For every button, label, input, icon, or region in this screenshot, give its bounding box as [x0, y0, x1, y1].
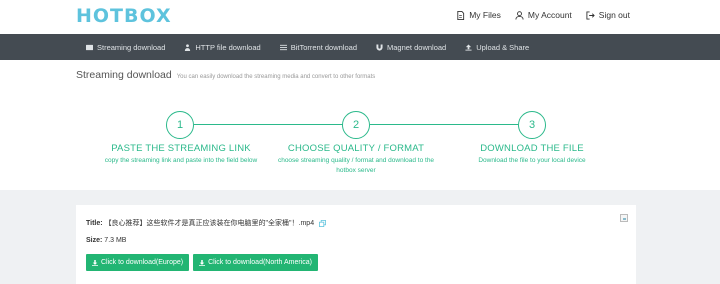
- person-icon: [185, 43, 191, 51]
- page-title: Streaming download: [76, 69, 172, 81]
- download-europe-button[interactable]: Click to download(Europe): [86, 254, 190, 271]
- step-number: 2: [342, 111, 370, 139]
- account-links: My Files My Account Sign out: [456, 10, 630, 20]
- main-nav: Streaming download HTTP file download Bi…: [0, 34, 720, 60]
- button-label: Click to download(Europe): [101, 259, 184, 266]
- nav-streaming-download[interactable]: Streaming download: [86, 43, 165, 52]
- nav-magnet-download[interactable]: Magnet download: [376, 43, 446, 52]
- nav-http-download[interactable]: HTTP file download: [184, 42, 261, 52]
- thumbnail-image: [620, 214, 628, 222]
- step-number: 3: [518, 111, 546, 139]
- step-description: choose streaming quality / format and do…: [277, 157, 435, 174]
- nav-label: HTTP file download: [195, 42, 261, 52]
- nav-label: Streaming download: [97, 42, 166, 52]
- button-label: Click to download(North America): [208, 259, 312, 266]
- nav-upload-share[interactable]: Upload & Share: [465, 43, 529, 52]
- step-connector: [194, 124, 344, 125]
- sign-out-icon: [586, 10, 595, 20]
- size-label: Size:: [86, 237, 103, 244]
- file-size-row: Size: 7.3 MB: [86, 237, 126, 244]
- nav-label: BitTorrent download: [290, 42, 357, 52]
- download-icon: [92, 259, 98, 266]
- sign-out-link[interactable]: Sign out: [586, 10, 630, 20]
- user-icon: [515, 10, 524, 20]
- step-title: CHOOSE QUALITY / FORMAT: [287, 143, 425, 154]
- file-title-row: Title: 【良心推荐】这些软件才是真正应该装在你电脑里的"全家桶"！.mp4: [86, 218, 327, 228]
- download-north-america-button[interactable]: Click to download(North America): [193, 254, 318, 271]
- step-number: 1: [166, 111, 194, 139]
- title-label: Title:: [86, 220, 103, 227]
- page-subtitle: You can easily download the streaming me…: [176, 74, 376, 80]
- my-account-label: My Account: [527, 10, 572, 20]
- download-buttons: Click to download(Europe) Click to downl…: [86, 254, 318, 271]
- nav-label: Upload & Share: [476, 42, 530, 52]
- file-icon: [457, 10, 465, 20]
- upload-icon: [465, 43, 472, 51]
- step-title: PASTE THE STREAMING LINK: [111, 143, 251, 154]
- page-heading: Streaming download You can easily downlo…: [76, 69, 375, 81]
- download-icon: [199, 259, 206, 266]
- my-files-link[interactable]: My Files: [456, 10, 501, 20]
- my-files-label: My Files: [469, 10, 501, 20]
- magnet-icon: [376, 43, 383, 51]
- file-size: 7.3 MB: [104, 237, 127, 244]
- top-bar: HOTBOX My Files My Account Sign out: [0, 0, 720, 34]
- file-card: Title: 【良心推荐】这些软件才是真正应该装在你电脑里的"全家桶"！.mp4…: [76, 205, 636, 284]
- hotbox-logo[interactable]: HOTBOX: [76, 5, 172, 27]
- nav-label: Magnet download: [387, 42, 447, 52]
- copy-icon[interactable]: [319, 219, 327, 227]
- step-title: DOWNLOAD THE FILE: [480, 143, 584, 154]
- step-description: copy the streaming link and paste into t…: [104, 157, 258, 164]
- my-account-link[interactable]: My Account: [515, 10, 572, 20]
- step-connector: [370, 124, 518, 125]
- file-title: 【良心推荐】这些软件才是真正应该装在你电脑里的"全家桶"！.mp4: [104, 220, 315, 227]
- sign-out-label: Sign out: [598, 10, 630, 20]
- step-description: Download the file to your local device: [478, 157, 586, 164]
- nav-bittorrent-download[interactable]: BitTorrent download: [279, 42, 357, 52]
- sliders-icon: [279, 44, 287, 50]
- film-icon: [86, 44, 93, 50]
